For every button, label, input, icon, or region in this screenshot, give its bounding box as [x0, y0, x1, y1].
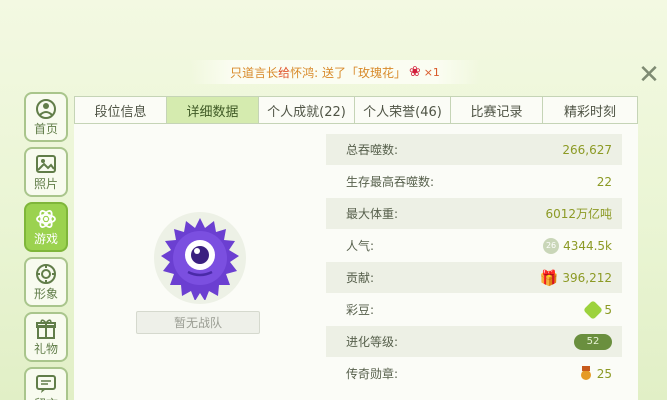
notice-action: : 送了「玫瑰花」	[314, 65, 406, 80]
bean-icon	[583, 299, 604, 320]
tab-rank-info[interactable]: 段位信息	[74, 96, 166, 124]
notice-receiver[interactable]: 怀鸿	[290, 64, 314, 81]
stat-label: 贡献:	[346, 271, 375, 285]
stat-row-total-eaten: 总吞噬数: 266,627	[326, 134, 622, 165]
stat-label: 最大体重:	[346, 207, 399, 221]
stat-row-popularity: 人气: 26 4344.5k	[326, 230, 622, 261]
stat-row-legend-medal: 传奇勋章: 25	[326, 358, 622, 389]
gift-icon	[36, 319, 56, 339]
gift-box-icon: 🎁	[539, 268, 559, 287]
notice-verb: 给	[278, 65, 291, 80]
sidebar-item-game[interactable]: 游戏	[24, 202, 68, 252]
tab-honors[interactable]: 个人荣誉(46)	[354, 96, 450, 124]
photo-icon	[36, 155, 56, 173]
avatar[interactable]	[154, 212, 246, 304]
stat-value: 5	[604, 302, 612, 317]
stat-row-max-weight: 最大体重: 6012万亿吨	[326, 198, 622, 229]
close-icon[interactable]: ✕	[636, 62, 662, 88]
stats-list: 总吞噬数: 266,627 生存最高吞噬数: 22 最大体重: 6012万亿吨 …	[326, 134, 622, 390]
no-team-button[interactable]: 暂无战队	[136, 311, 260, 334]
sidebar-item-photo[interactable]: 照片	[24, 147, 68, 197]
sidebar-item-home[interactable]: 首页	[24, 92, 68, 142]
gift-notice: 只道言长 给 怀鸿 : 送了「玫瑰花」 ❀ ×1	[190, 60, 480, 84]
stat-row-max-eaten: 生存最高吞噬数: 22	[326, 166, 622, 197]
stat-label: 传奇勋章:	[346, 367, 399, 381]
notice-sender[interactable]: 只道言长	[230, 64, 278, 81]
eye-monster-icon	[161, 218, 239, 300]
stat-value: 6012万亿吨	[545, 207, 612, 221]
sidebar: 首页 照片 游戏 形象 礼物 留言	[24, 92, 68, 400]
sidebar-item-avatar[interactable]: 形象	[24, 257, 68, 307]
sidebar-item-label: 形象	[33, 287, 58, 301]
stat-label: 彩豆:	[346, 303, 375, 317]
flower-icon	[36, 264, 56, 284]
stat-value: 22	[596, 174, 612, 189]
message-icon	[36, 375, 56, 393]
medal-icon	[579, 365, 593, 382]
stat-row-contribution: 贡献: 🎁 396,212	[326, 262, 622, 293]
stat-label: 人气:	[346, 239, 375, 253]
evolution-badge-icon: 52	[574, 333, 612, 350]
rose-icon: ❀	[408, 64, 421, 80]
stat-label: 总吞噬数:	[346, 143, 399, 157]
sidebar-item-label: 照片	[33, 177, 58, 191]
stat-row-colored-beans: 彩豆: 5	[326, 294, 622, 325]
tab-bar: 段位信息 详细数据 个人成就(22) 个人荣誉(46) 比赛记录 精彩时刻	[74, 96, 638, 124]
stat-label: 进化等级:	[346, 335, 399, 349]
sidebar-item-message[interactable]: 留言	[24, 367, 68, 400]
stat-value: 4344.5k	[563, 238, 612, 253]
tab-detail-data[interactable]: 详细数据	[166, 96, 258, 124]
stat-value: 25	[596, 366, 612, 381]
sidebar-item-gift[interactable]: 礼物	[24, 312, 68, 362]
sidebar-item-label: 礼物	[33, 342, 58, 356]
home-icon	[36, 99, 56, 119]
atom-icon	[36, 210, 56, 228]
tab-highlights[interactable]: 精彩时刻	[542, 96, 638, 124]
tab-achievements[interactable]: 个人成就(22)	[258, 96, 354, 124]
sidebar-item-label: 首页	[33, 122, 58, 136]
stat-label: 生存最高吞噬数:	[346, 175, 435, 189]
stat-value: 266,627	[562, 142, 612, 157]
tab-match-records[interactable]: 比赛记录	[450, 96, 542, 124]
sidebar-item-label: 游戏	[33, 232, 58, 246]
detail-panel: 暂无战队 总吞噬数: 266,627 生存最高吞噬数: 22 最大体重: 601…	[74, 124, 638, 400]
stat-row-evolution-level: 进化等级: 52	[326, 326, 622, 357]
stat-value: 396,212	[562, 270, 612, 285]
popularity-rank-icon: 26	[543, 237, 560, 254]
notice-count: ×1	[423, 65, 440, 79]
